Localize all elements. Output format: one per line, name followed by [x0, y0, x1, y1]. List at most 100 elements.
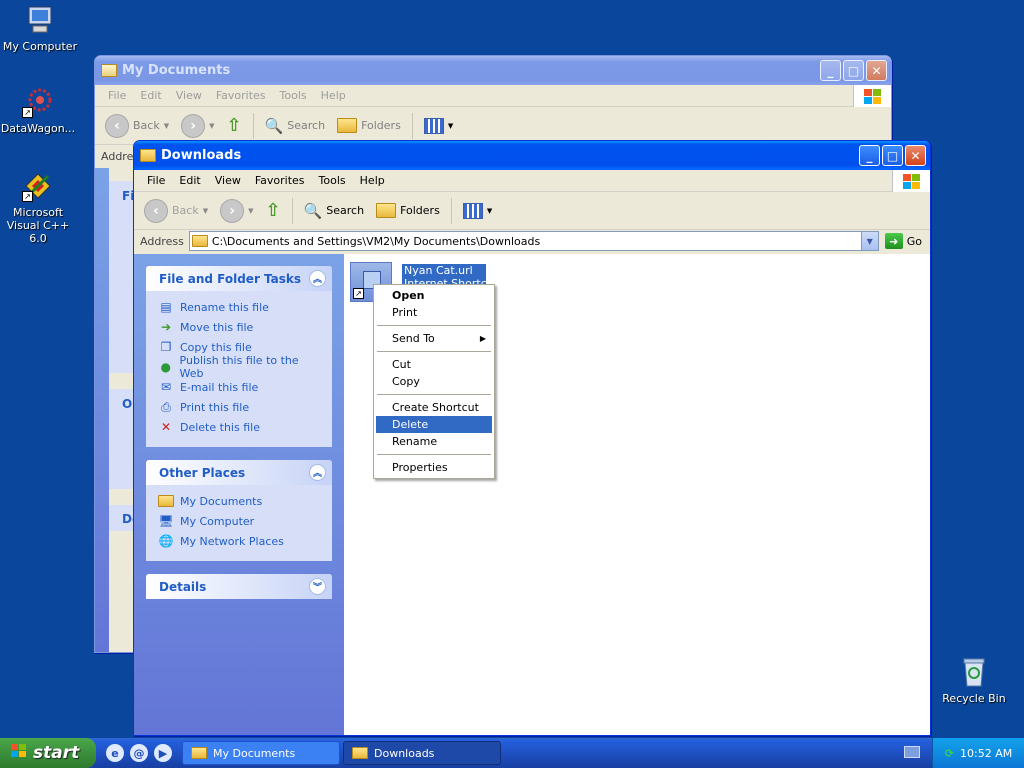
task-print[interactable]: ⎙ Print this file [158, 397, 322, 417]
menu-item-label: Create Shortcut [392, 401, 479, 414]
menu-item-properties[interactable]: Properties [376, 459, 492, 476]
place-my-documents[interactable]: My Documents [158, 491, 322, 511]
menu-item-create-shortcut[interactable]: Create Shortcut [376, 399, 492, 416]
task-delete[interactable]: ✕ Delete this file [158, 417, 322, 437]
start-button[interactable]: start [0, 738, 96, 768]
search-button[interactable]: 🔍 Search [300, 200, 368, 222]
menu-file[interactable]: File [101, 89, 133, 102]
views-button[interactable]: ▼ [459, 201, 496, 221]
folders-icon [376, 203, 397, 218]
menu-favorites[interactable]: Favorites [248, 174, 312, 187]
panel-title: File and Folder Tasks [159, 271, 302, 286]
minimize-button[interactable]: _ [820, 60, 841, 81]
back-button[interactable]: ‹ Back ▼ [140, 197, 212, 225]
my-documents-titlebar[interactable]: My Documents _ □ ✕ [95, 56, 891, 85]
folders-button[interactable]: Folders [372, 201, 444, 220]
system-tray: ⟳ 10:52 AM [932, 738, 1024, 768]
datawagon-icon: ↗ [22, 86, 54, 118]
address-input[interactable]: C:\Documents and Settings\VM2\My Documen… [188, 231, 879, 251]
collapse-chevron-icon[interactable]: ︽ [309, 464, 326, 481]
desktop-icon-my-computer[interactable]: My Computer [0, 4, 80, 53]
taskbar-button-my-documents[interactable]: My Documents [182, 741, 340, 765]
menu-help[interactable]: Help [353, 174, 392, 187]
my-documents-icon [158, 493, 174, 509]
quick-launch: e @ ▶ [96, 744, 182, 762]
file-folder-tasks-header[interactable]: File and Folder Tasks ︽ [146, 266, 332, 291]
minimize-button[interactable]: _ [859, 145, 880, 166]
task-label: Delete this file [180, 420, 260, 434]
views-button[interactable]: ▼ [420, 116, 457, 136]
keyboard-icon[interactable] [904, 746, 920, 758]
menu-item-open[interactable]: Open [376, 287, 492, 304]
clock[interactable]: 10:52 AM [960, 747, 1012, 760]
close-button[interactable]: ✕ [866, 60, 887, 81]
taskbar-button-label: Downloads [374, 746, 435, 760]
address-dropdown-button[interactable]: ▼ [860, 232, 878, 250]
menu-tools[interactable]: Tools [273, 89, 314, 102]
window-title: My Documents [122, 63, 231, 78]
task-move[interactable]: ➔ Move this file [158, 317, 322, 337]
go-label: Go [906, 234, 922, 248]
go-button[interactable]: ➜ Go [879, 233, 930, 249]
menu-favorites[interactable]: Favorites [209, 89, 273, 102]
place-my-computer[interactable]: 🖥 My Computer [158, 511, 322, 531]
menu-edit[interactable]: Edit [133, 89, 168, 102]
downloads-titlebar[interactable]: Downloads _ □ ✕ [134, 141, 930, 170]
menu-separator [377, 394, 491, 395]
media-player-icon[interactable]: ▶ [154, 744, 172, 762]
outlook-express-icon[interactable]: @ [130, 744, 148, 762]
menu-item-label: Properties [392, 461, 448, 474]
copy-icon: ❐ [160, 340, 172, 354]
maximize-button[interactable]: □ [882, 145, 903, 166]
task-rename[interactable]: ▤ Rename this file [158, 297, 322, 317]
collapse-chevron-icon[interactable]: ︽ [309, 270, 326, 287]
menu-tools[interactable]: Tools [312, 174, 353, 187]
details-header[interactable]: Details ︾ [146, 574, 332, 599]
menu-item-print[interactable]: Print [376, 304, 492, 321]
task-publish[interactable]: ● Publish this file to the Web [158, 354, 322, 380]
menu-item-send-to[interactable]: Send To ▶ [376, 330, 492, 347]
network-icon: 🌐 [158, 534, 174, 548]
shortcut-arrow-icon: ↗ [22, 107, 33, 118]
menu-edit[interactable]: Edit [172, 174, 207, 187]
menu-item-delete[interactable]: Delete [376, 416, 492, 433]
back-button[interactable]: ‹ Back ▼ [101, 112, 173, 140]
menu-view[interactable]: View [169, 89, 209, 102]
network-tray-icon[interactable]: ⟳ [945, 747, 954, 760]
downloads-window[interactable]: Downloads _ □ ✕ File Edit View Favorites… [133, 140, 931, 736]
computer-icon [24, 4, 56, 36]
task-email[interactable]: ✉ E-mail this file [158, 377, 322, 397]
address-label: Address [140, 234, 184, 248]
close-button[interactable]: ✕ [905, 145, 926, 166]
up-folder-button[interactable]: ⇧ [223, 113, 246, 138]
menu-item-rename[interactable]: Rename [376, 433, 492, 450]
up-folder-button[interactable]: ⇧ [262, 198, 285, 223]
folder-icon [352, 747, 368, 759]
folder-icon [140, 149, 156, 162]
menubar: File Edit View Favorites Tools Help [95, 85, 891, 107]
desktop-icon-datawagon[interactable]: ↗ DataWagon... [0, 86, 78, 135]
views-icon [423, 117, 444, 134]
search-icon: 🔍 [264, 116, 284, 135]
desktop-icon-recycle-bin[interactable]: Recycle Bin [934, 656, 1014, 705]
other-places-header[interactable]: Other Places ︽ [146, 460, 332, 485]
desktop-icon-visual-cpp[interactable]: ↗ Microsoft Visual C++ 6.0 [0, 170, 78, 245]
taskbar-button-downloads[interactable]: Downloads [343, 741, 501, 765]
menu-item-cut[interactable]: Cut [376, 356, 492, 373]
expand-chevron-icon[interactable]: ︾ [309, 578, 326, 595]
menu-help[interactable]: Help [314, 89, 353, 102]
internet-explorer-icon[interactable]: e [106, 744, 124, 762]
folders-label: Folders [400, 204, 440, 217]
menu-view[interactable]: View [208, 174, 248, 187]
forward-button[interactable]: › ▼ [216, 197, 257, 225]
window-title: Downloads [161, 148, 242, 163]
place-my-network-places[interactable]: 🌐 My Network Places [158, 531, 322, 551]
folders-button[interactable]: Folders [333, 116, 405, 135]
folder-icon [101, 64, 117, 77]
menu-file[interactable]: File [140, 174, 172, 187]
shortcut-arrow-icon: ↗ [22, 191, 33, 202]
menu-item-copy[interactable]: Copy [376, 373, 492, 390]
search-button[interactable]: 🔍 Search [261, 115, 329, 137]
maximize-button[interactable]: □ [843, 60, 864, 81]
forward-button[interactable]: › ▼ [177, 112, 218, 140]
